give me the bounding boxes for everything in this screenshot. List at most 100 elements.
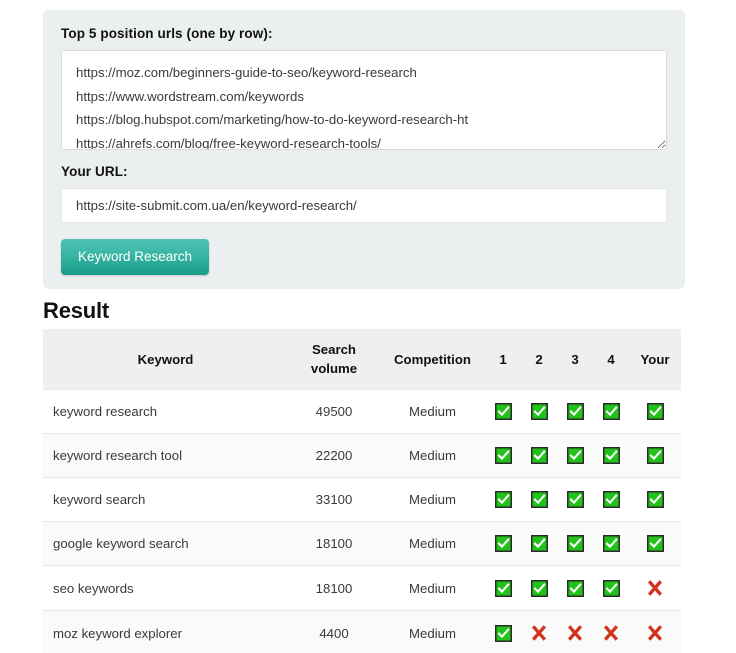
checkbox-checked-icon [602,403,620,421]
cell-keyword: google keyword search [43,521,288,567]
checkbox-checked-icon [494,579,512,597]
column-header-keyword: Keyword [43,329,288,390]
cross-mark-icon [602,624,620,642]
cell-rank-3 [557,565,593,612]
cell-competition: Medium [380,610,485,653]
cell-competition: Medium [380,433,485,479]
column-header-rank-2: 2 [521,329,557,390]
checkbox-checked-icon [530,579,548,597]
checkbox-checked-icon [602,579,620,597]
checkbox-checked-icon [646,491,664,509]
cell-rank-1 [485,521,521,567]
search-volume-line2: volume [310,361,358,376]
cell-keyword: seo keywords [43,565,288,612]
cell-competition: Medium [380,521,485,567]
table-header-row: Keyword Search volume Competition 1 2 3 … [43,329,681,390]
checkbox-checked-icon [494,403,512,421]
cell-rank-1 [485,565,521,612]
keyword-result-table: Keyword Search volume Competition 1 2 3 … [43,329,681,653]
cell-rank-2 [521,477,557,523]
search-volume-line1: Search [312,342,356,357]
checkbox-checked-icon [530,491,548,509]
table-header: Keyword Search volume Competition 1 2 3 … [43,329,681,390]
keyword-research-submit-button[interactable]: Keyword Research [61,239,210,275]
your-url-input[interactable] [61,188,667,223]
cell-search-volume: 18100 [288,521,380,567]
cell-rank-2 [521,610,557,653]
checkbox-checked-icon [566,403,584,421]
checkbox-checked-icon [602,491,620,509]
checkbox-checked-icon [494,491,512,509]
table-row: keyword research 49500 Medium [43,388,681,435]
column-header-rank-4: 4 [593,329,629,390]
cell-your [629,610,681,653]
cross-mark-icon [646,579,664,597]
checkbox-checked-icon [494,535,512,553]
cell-rank-1 [485,610,521,653]
cell-your [629,433,681,479]
cell-search-volume: 33100 [288,477,380,523]
checkbox-checked-icon [566,535,584,553]
checkbox-checked-icon [566,491,584,509]
cell-rank-4 [593,610,629,653]
checkbox-checked-icon [530,535,548,553]
cell-rank-4 [593,433,629,479]
table-row: moz keyword explorer 4400 Medium [43,610,681,653]
column-header-search-volume: Search volume [288,329,380,390]
checkbox-checked-icon [602,535,620,553]
cell-rank-4 [593,565,629,612]
cell-rank-2 [521,388,557,435]
cross-mark-icon [566,624,584,642]
table-row: seo keywords 18100 Medium [43,565,681,612]
top-urls-textarea[interactable]: https://moz.com/beginners-guide-to-seo/k… [61,50,667,150]
cell-keyword: keyword research [43,388,288,435]
column-header-rank-1: 1 [485,329,521,390]
cell-search-volume: 49500 [288,388,380,435]
checkbox-checked-icon [494,447,512,465]
cell-rank-4 [593,388,629,435]
cell-rank-3 [557,388,593,435]
cell-keyword: keyword research tool [43,433,288,479]
cell-rank-1 [485,477,521,523]
cell-competition: Medium [380,388,485,435]
cell-rank-1 [485,433,521,479]
cell-rank-4 [593,521,629,567]
column-header-competition: Competition [380,329,485,390]
checkbox-checked-icon [646,535,664,553]
result-heading: Result [43,298,110,323]
cell-search-volume: 18100 [288,565,380,612]
cell-rank-3 [557,521,593,567]
cell-rank-4 [593,477,629,523]
cell-your [629,477,681,523]
cell-your [629,565,681,612]
checkbox-checked-icon [530,403,548,421]
cell-rank-1 [485,388,521,435]
table-row: keyword research tool 22200 Medium [43,433,681,479]
cross-mark-icon [530,624,548,642]
cell-rank-2 [521,521,557,567]
checkbox-checked-icon [494,624,512,642]
top-urls-label: Top 5 position urls (one by row): [61,26,273,41]
table-row: keyword search 33100 Medium [43,477,681,523]
cell-rank-3 [557,433,593,479]
cell-search-volume: 22200 [288,433,380,479]
checkbox-checked-icon [646,403,664,421]
column-header-your: Your [629,329,681,390]
column-header-rank-3: 3 [557,329,593,390]
page-root: Top 5 position urls (one by row): https:… [0,0,736,653]
cell-competition: Medium [380,477,485,523]
cell-rank-2 [521,433,557,479]
your-url-label: Your URL: [61,164,128,179]
checkbox-checked-icon [646,447,664,465]
checkbox-checked-icon [602,447,620,465]
checkbox-checked-icon [530,447,548,465]
cell-keyword: moz keyword explorer [43,610,288,653]
table-body: keyword research 49500 Medium keyword resea… [43,388,681,653]
cell-rank-3 [557,610,593,653]
table-row: google keyword search 18100 Medium [43,521,681,567]
cross-mark-icon [646,624,664,642]
checkbox-checked-icon [566,447,584,465]
keyword-research-form-panel: Top 5 position urls (one by row): https:… [43,10,685,289]
result-table-container: Keyword Search volume Competition 1 2 3 … [43,329,681,653]
cell-your [629,388,681,435]
